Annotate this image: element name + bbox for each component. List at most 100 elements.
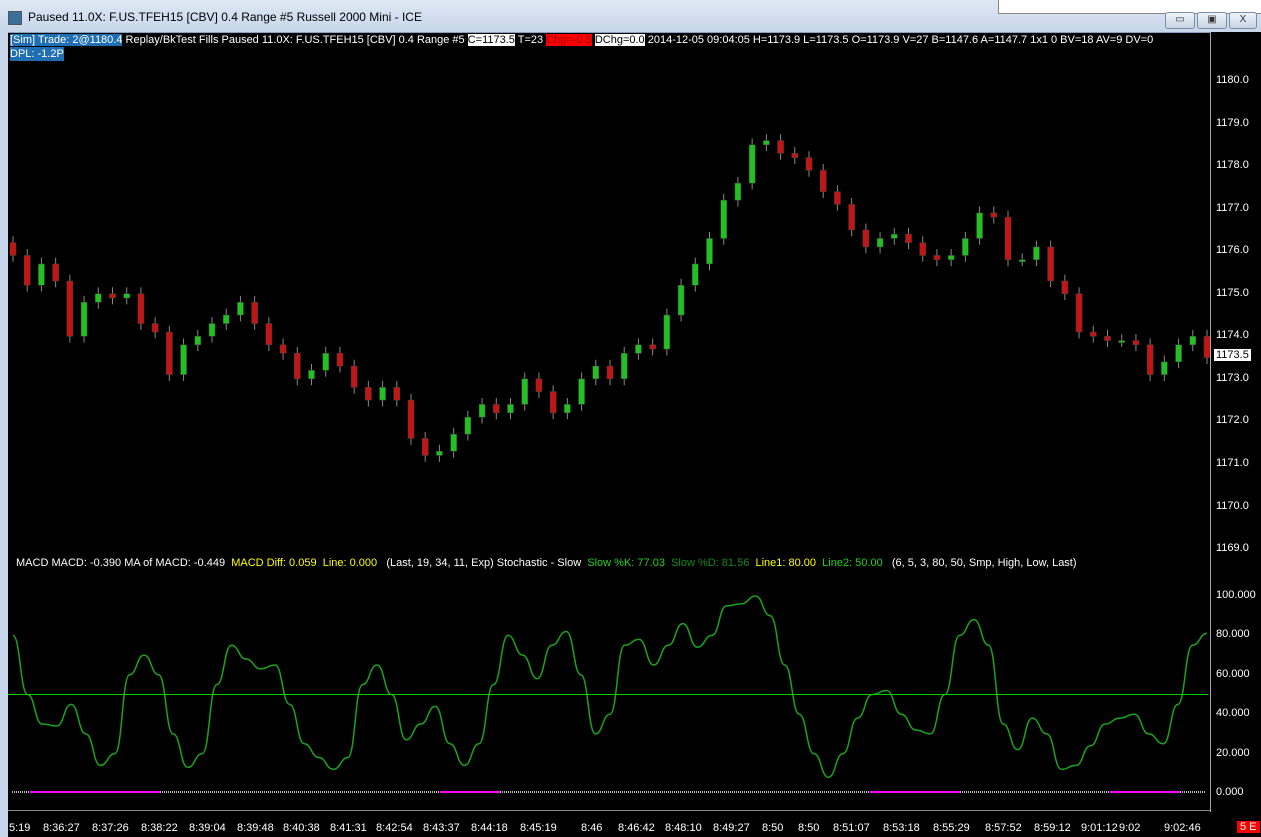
- close-value: C=1173.5: [467, 34, 515, 46]
- price-tick: 1171.0: [1216, 456, 1249, 469]
- candle-down: [421, 438, 429, 456]
- candle-down: [848, 204, 855, 231]
- candle-up: [507, 404, 514, 414]
- dchange-value: DChg=0.0: [594, 34, 645, 46]
- time-tick: 8:49:27: [713, 822, 750, 834]
- time-tick: 8:39:48: [237, 822, 274, 834]
- price-tick: 1172.0: [1216, 414, 1249, 427]
- candle-down: [407, 399, 415, 439]
- candle-up: [635, 344, 642, 354]
- candle-down: [535, 378, 543, 392]
- candle-down: [1104, 336, 1111, 341]
- candle-up: [450, 433, 457, 452]
- candle-up: [1189, 336, 1197, 346]
- candle-down: [777, 140, 784, 154]
- candle-down: [933, 255, 941, 260]
- stoch-tick: 0.000: [1216, 786, 1244, 798]
- stoch-tick: 100.000: [1216, 589, 1256, 601]
- time-tick: 8:36:27: [43, 822, 80, 834]
- candle-down: [251, 302, 258, 324]
- time-axis-divider: [8, 810, 1210, 811]
- time-tick: 8:50: [762, 822, 784, 834]
- candle-up: [1161, 361, 1168, 375]
- stoch-params: (6, 5, 3, 80, 50, Smp, High, Low, Last): [891, 557, 1077, 569]
- candle-up: [763, 140, 770, 146]
- indicator-header: MACD MACD: -0.390 MA of MACD: -0.449 MAC…: [16, 557, 1077, 569]
- time-tick: 8:38:22: [141, 822, 178, 834]
- candle-up: [237, 302, 244, 316]
- candle-up: [95, 293, 102, 303]
- time-tick: 9:02:46: [1164, 822, 1201, 834]
- candle-up: [592, 365, 600, 380]
- candle-down: [265, 323, 273, 346]
- candle-down: [294, 353, 301, 380]
- time-tick: 8:46:42: [618, 822, 655, 834]
- candle-down: [52, 263, 59, 282]
- candle-down: [990, 212, 998, 218]
- stoch-tick: 80.000: [1216, 628, 1250, 641]
- candle-down: [1047, 246, 1054, 282]
- status-badge: 5 E: [1237, 821, 1260, 833]
- sim-trade: [Sim] Trade: 2@1180.4: [10, 34, 123, 46]
- candle-down: [137, 293, 145, 324]
- last-price-marker: 1173.5: [1214, 349, 1251, 361]
- slow-d: Slow %D: 81.56: [671, 557, 750, 569]
- candle-up: [578, 378, 585, 405]
- candle-down: [791, 153, 799, 158]
- line1: Line1: 80.00: [755, 557, 817, 569]
- time-tick: 8:46: [581, 822, 603, 834]
- candle-down: [805, 157, 813, 171]
- candle-down: [1146, 344, 1154, 375]
- candle-down: [606, 365, 614, 380]
- time-tick: 8:39:04: [189, 822, 226, 834]
- candle-up: [180, 344, 187, 375]
- candle-up: [322, 353, 329, 371]
- candle-up: [947, 255, 955, 260]
- price-tick: 1179.0: [1216, 116, 1249, 129]
- candle-up: [308, 370, 315, 380]
- macd-diff: MACD Diff: 0.059: [231, 557, 317, 569]
- candle-down: [66, 280, 74, 337]
- chart-canvas[interactable]: [0, 0, 1210, 837]
- bar-details: 2014-12-05 09:04:05 H=1173.9 L=1173.5 O=…: [644, 34, 1154, 46]
- change-value: Chg=-0.5: [546, 34, 592, 46]
- candle-down: [1061, 280, 1069, 294]
- candle-down: [365, 387, 372, 401]
- tick-count: T=23: [514, 34, 547, 46]
- candle-up: [962, 238, 969, 256]
- price-tick: 1173.0: [1216, 371, 1249, 384]
- time-tick: 5:19: [9, 822, 31, 834]
- candle-up: [1118, 340, 1125, 343]
- candle-up: [620, 353, 628, 380]
- candle-up: [734, 182, 742, 201]
- candle-up: [976, 212, 983, 239]
- candle-up: [663, 314, 671, 350]
- price-tick: 1170.0: [1216, 499, 1249, 512]
- candle-down: [1090, 331, 1097, 337]
- candle-down: [834, 191, 841, 205]
- macd-values: MACD MACD: -0.390 MA of MACD: -0.449: [16, 557, 226, 569]
- macd-line: Line: 0.000: [322, 557, 378, 569]
- candle-up: [464, 416, 472, 435]
- candle-down: [493, 404, 500, 414]
- stoch-tick: 20.000: [1216, 746, 1250, 759]
- candle-down: [862, 229, 870, 248]
- candle-up: [692, 263, 699, 286]
- slow-k: Slow %K: 77.03: [587, 557, 665, 569]
- line2: Line2: 50.00: [822, 557, 883, 569]
- macd-params: (Last, 19, 34, 11, Exp) Stochastic - Slo…: [386, 557, 582, 569]
- candle-down: [151, 323, 159, 333]
- candle-up: [80, 302, 88, 337]
- close-button[interactable]: X: [1229, 12, 1257, 29]
- candle-down: [166, 331, 173, 375]
- price-tick: 1176.0: [1216, 244, 1249, 257]
- candle-up: [38, 263, 45, 286]
- candle-up: [1033, 246, 1040, 260]
- time-tick: 8:57:52: [985, 822, 1022, 834]
- replay-info: Replay/BkTest Fills Paused 11.0X: F.US.T…: [122, 34, 468, 46]
- stoch-tick: 40.000: [1216, 707, 1250, 720]
- candle-up: [379, 387, 386, 401]
- candle-up: [222, 314, 230, 324]
- candle-down: [905, 233, 912, 243]
- candle-down: [279, 344, 287, 354]
